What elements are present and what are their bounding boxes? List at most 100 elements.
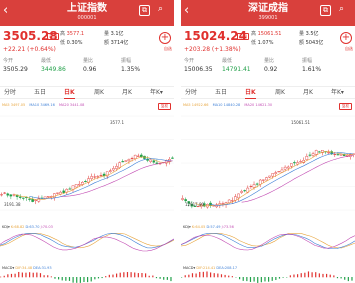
turnover-value: 0.30%: [66, 40, 83, 46]
low-label-2: 最低: [41, 58, 52, 64]
compare-icon[interactable]: ⧉: [139, 5, 150, 16]
candle-body: [99, 175, 103, 177]
kdj-selector[interactable]: KDJ▾: [183, 225, 191, 229]
macd-bar: [76, 277, 78, 283]
macd-bar: [72, 277, 74, 283]
quote-area: 15024.24 可用 +203.28 (+1.38%) 高 15061.51 …: [181, 26, 355, 86]
candle-body: [140, 154, 143, 158]
candlestick-chart[interactable]: 15061.51 12917.80: [181, 110, 355, 218]
macd-bar: [10, 273, 13, 278]
macd-chart: [181, 271, 353, 283]
candle-body: [311, 153, 315, 156]
candle-body: [96, 176, 100, 178]
candle-body: [290, 163, 293, 167]
kdj-d-label: D:57.49: [206, 225, 221, 229]
macd-bar: [130, 272, 132, 278]
macd-bar: [7, 274, 9, 278]
kdj-chart: [181, 233, 355, 251]
macd-bar: [90, 277, 92, 282]
vol-ratio-value: 0.92: [264, 66, 278, 73]
period-tabs: 分时 五日 日K 周K 月K 年K▾: [181, 86, 355, 99]
macd-bar: [275, 277, 277, 281]
macd-bar: [32, 272, 34, 278]
candle-body: [81, 182, 84, 185]
turnover-value: 1.07%: [257, 40, 274, 46]
macd-bar: [14, 273, 16, 278]
candle-body: [77, 183, 81, 186]
candle-body: [90, 176, 93, 179]
candle-body: [93, 176, 97, 178]
top-bar: ‹ 深证成指 399001 ⧉ ⌕: [181, 0, 355, 26]
candle-body: [171, 157, 174, 159]
add-icon: +: [160, 32, 170, 43]
tab-yearly-k[interactable]: 年K▾: [331, 88, 344, 98]
macd-bar: [311, 272, 313, 278]
tab-five-day[interactable]: 五日: [215, 88, 227, 98]
tab-daily-k[interactable]: 日K: [64, 88, 75, 99]
add-watchlist-button[interactable]: +: [159, 32, 171, 44]
candle-body: [71, 185, 75, 190]
tab-daily-k[interactable]: 日K: [245, 88, 256, 99]
tab-monthly-k[interactable]: 月K: [122, 88, 132, 98]
high-value: 15061.51: [257, 31, 282, 37]
macd-bar: [206, 271, 208, 278]
tab-yearly-k[interactable]: 年K▾: [150, 88, 163, 98]
macd-bar: [351, 277, 353, 281]
macd-selector[interactable]: MACD▾: [2, 266, 14, 270]
adjust-button[interactable]: 复权: [339, 103, 352, 110]
candle-body: [317, 151, 321, 153]
candle-body: [53, 193, 56, 198]
amount-label: 额: [299, 40, 305, 46]
candle-body: [184, 199, 187, 202]
search-icon[interactable]: ⌕: [155, 5, 166, 16]
candle-body: [9, 194, 13, 197]
candle-body: [274, 172, 278, 174]
search-icon[interactable]: ⌕: [336, 5, 347, 16]
low-value: 3449.86: [41, 66, 66, 73]
status-badge: 可用: [237, 33, 249, 40]
kdj-selector[interactable]: KDJ▾: [2, 225, 10, 229]
macd-bar: [260, 277, 262, 283]
tab-five-day[interactable]: 五日: [34, 88, 46, 98]
low-value: 14791.41: [222, 66, 251, 73]
macd-bar: [304, 272, 306, 278]
macd-bar: [297, 274, 299, 278]
macd-bar: [58, 277, 60, 280]
low-marker: 3191.38: [4, 202, 21, 207]
candle-body: [243, 190, 246, 192]
candle-body: [84, 181, 87, 183]
open-value: 3505.29: [3, 66, 28, 73]
price-change: +203.28 (+1.38%): [184, 46, 241, 53]
macd-bar: [246, 277, 248, 282]
macd-bar: [105, 276, 107, 278]
candle-body: [112, 168, 115, 171]
kdj-line: [0, 233, 174, 249]
tab-intraday[interactable]: 分时: [185, 88, 197, 98]
low-label: 低: [251, 40, 257, 46]
ma-legend: MA5 3497.05 MA10 3469.16 MA20 3441.08: [2, 103, 174, 108]
candle-body: [221, 203, 225, 205]
adjust-button[interactable]: 复权: [158, 103, 171, 110]
candlestick-chart[interactable]: 3577.1 3191.38: [0, 110, 174, 218]
tab-intraday[interactable]: 分时: [4, 88, 16, 98]
tab-weekly-k[interactable]: 周K: [94, 88, 104, 98]
ma5-line: [13, 156, 173, 201]
macd-bar: [170, 277, 172, 282]
candle-body: [271, 173, 274, 177]
macd-bar: [166, 277, 168, 280]
tab-monthly-k[interactable]: 月K: [303, 88, 313, 98]
macd-bar: [224, 274, 226, 278]
amplitude-label: 振幅: [121, 58, 132, 64]
macd-bar: [116, 273, 118, 278]
candle-body: [265, 177, 268, 181]
macd-bar: [155, 277, 158, 279]
candle-body: [336, 154, 340, 156]
macd-selector[interactable]: MACD▾: [183, 266, 195, 270]
candle-body: [121, 161, 125, 163]
compare-icon[interactable]: ⧉: [320, 5, 331, 16]
tab-weekly-k[interactable]: 周K: [275, 88, 285, 98]
macd-bar: [163, 277, 165, 280]
add-watchlist-button[interactable]: +: [340, 32, 352, 44]
period-tabs: 分时 五日 日K 周K 月K 年K▾: [0, 86, 174, 99]
macd-bar: [36, 272, 38, 278]
